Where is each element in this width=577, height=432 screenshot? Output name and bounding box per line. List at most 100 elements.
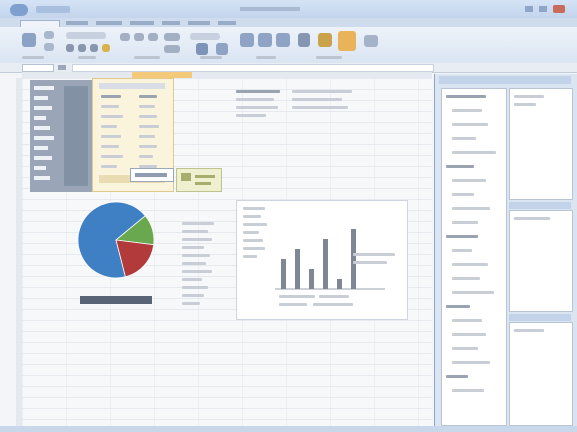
column-bar[interactable] [337,279,342,289]
field-list-item[interactable] [452,207,490,210]
field-list-item[interactable] [452,249,472,252]
legend-line [182,302,200,305]
ribbon-group-label [200,56,222,59]
x-axis-labels [279,295,359,313]
font-icon[interactable] [66,32,106,39]
app-button-icon[interactable] [10,4,28,16]
summary-line [236,98,274,101]
merge-icon[interactable] [164,45,180,53]
table-cell [101,115,123,118]
legend-line [182,262,206,265]
field-list-item[interactable] [452,179,486,182]
fill-color-icon[interactable] [102,44,110,52]
underline-icon[interactable] [90,44,98,52]
field-list-item[interactable] [446,305,470,308]
align-left-icon[interactable] [120,33,130,41]
field-list-item[interactable] [446,235,478,238]
field-list-box[interactable] [441,88,507,426]
conditional-format-icon[interactable] [196,43,208,55]
pie-chart[interactable] [70,196,162,316]
insert-cells-icon[interactable] [240,33,254,47]
formula-input[interactable] [72,64,434,72]
tab-data[interactable] [162,21,180,25]
sort-filter-icon[interactable] [318,33,332,47]
field-list-pane [434,74,577,430]
field-list-item[interactable] [452,319,482,322]
value-item [514,217,550,220]
format-cells-icon[interactable] [276,33,290,47]
delete-cells-icon[interactable] [258,33,272,47]
field-list-item[interactable] [452,193,474,196]
close-icon[interactable] [553,5,565,13]
tab-view[interactable] [218,21,236,25]
legend-line [182,230,208,233]
field-list-item[interactable] [452,151,496,154]
field-list-item[interactable] [452,347,478,350]
field-list-item[interactable] [452,123,488,126]
minimize-icon[interactable] [525,6,533,12]
options-icon[interactable] [364,35,378,47]
cut-icon[interactable] [44,31,54,39]
align-right-icon[interactable] [148,33,158,41]
table-cell [139,125,159,128]
column-bar[interactable] [295,249,300,289]
table-cell [139,145,157,148]
smart-tag-icon [181,173,191,181]
bold-icon[interactable] [66,44,74,52]
smart-tag-text [195,175,215,178]
table-cell [101,105,119,108]
legend-box [353,253,399,265]
tab-layout[interactable] [96,21,122,25]
row-labels-box[interactable] [509,322,573,426]
summary-text-block [236,88,366,118]
row-label [34,136,54,140]
legend-line [182,286,208,289]
smart-tag[interactable] [176,168,222,192]
axis-label-line [243,231,259,234]
axis-label-line [243,223,267,226]
copy-icon[interactable] [44,43,54,51]
ribbon-group-label [78,56,96,59]
name-box[interactable] [22,64,54,72]
autosum-icon[interactable] [298,33,310,47]
ribbon [0,27,577,64]
tab-formulas[interactable] [130,21,154,25]
field-list-item[interactable] [452,333,486,336]
field-list-item[interactable] [452,389,484,392]
field-list-item[interactable] [452,291,494,294]
field-list-item[interactable] [452,361,490,364]
paste-icon[interactable] [22,33,36,47]
field-list-item[interactable] [446,375,468,378]
field-list-item[interactable] [452,277,480,280]
number-format-icon[interactable] [190,33,220,40]
field-list-item[interactable] [452,221,478,224]
field-list-item[interactable] [452,263,488,266]
tab-insert[interactable] [66,21,88,25]
row-label [34,96,48,100]
tab-review[interactable] [188,21,210,25]
quick-access-toolbar[interactable] [36,6,70,13]
column-bar[interactable] [309,269,314,289]
table-header [99,83,165,89]
field-list-item[interactable] [452,109,482,112]
field-list-item[interactable] [452,137,476,140]
field-list-item[interactable] [446,165,474,168]
italic-icon[interactable] [78,44,86,52]
column-bar[interactable] [281,259,286,289]
table-format-icon[interactable] [216,43,228,55]
row-selection-strip[interactable] [30,80,92,192]
field-list-item[interactable] [446,95,486,98]
paste-options-tooltip[interactable] [130,168,174,182]
column-chart[interactable] [236,200,408,320]
wrap-text-icon[interactable] [164,33,180,41]
align-center-icon[interactable] [134,33,144,41]
maximize-icon[interactable] [539,6,547,12]
column-bar[interactable] [323,239,328,289]
values-box[interactable] [509,210,573,312]
function-icon[interactable] [58,65,66,70]
row-labels-header [509,314,571,321]
find-select-icon[interactable] [338,31,356,51]
x-axis-label [319,295,349,298]
report-filter-box[interactable] [509,88,573,200]
row-label [34,116,46,120]
